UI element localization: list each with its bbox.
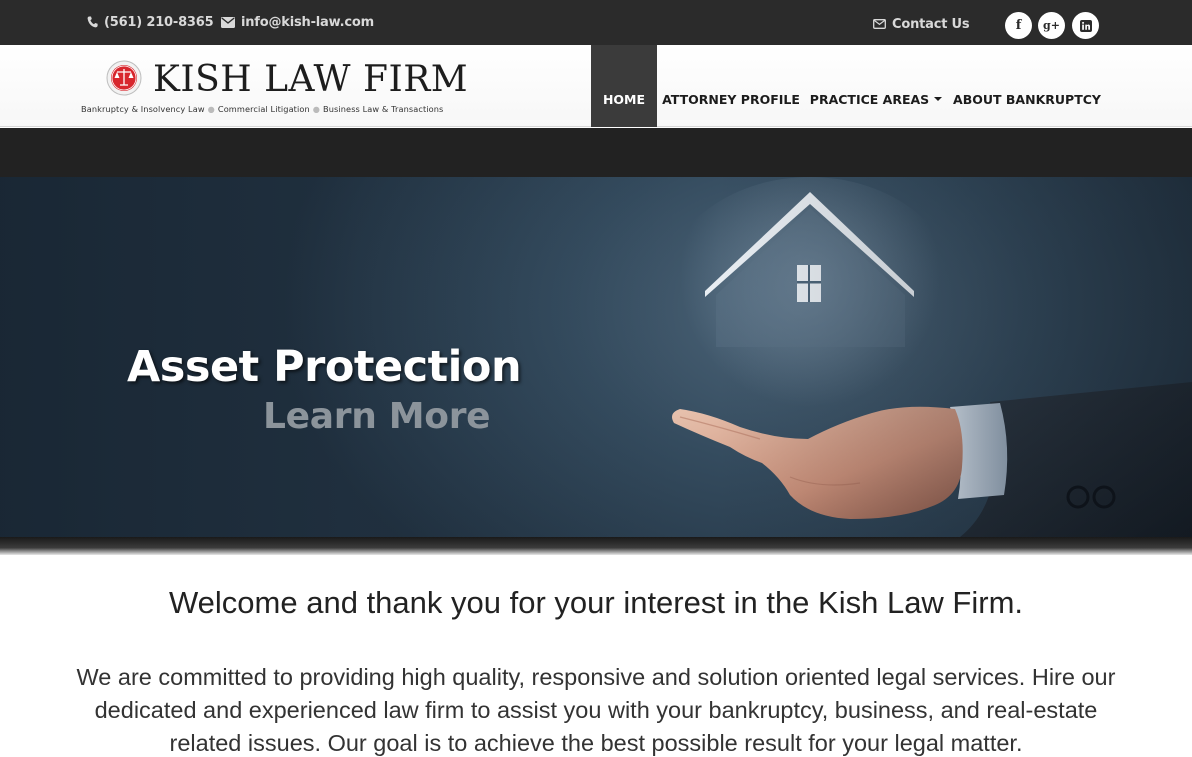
tagline-business: Business Law & Transactions xyxy=(323,104,444,114)
tagline-bankruptcy: Bankruptcy & Insolvency Law xyxy=(81,104,205,114)
header-band xyxy=(0,128,1192,177)
site-logo[interactable]: KISH LAW FIRM Bankruptcy & Insolvency La… xyxy=(80,56,480,120)
phone-link[interactable]: (561) 210-8365 xyxy=(87,13,214,31)
welcome-heading: Welcome and thank you for your interest … xyxy=(168,585,1024,620)
learn-more-link[interactable]: Learn More xyxy=(263,396,491,437)
linkedin-icon[interactable] xyxy=(1072,12,1099,39)
hero-shadow xyxy=(0,537,1192,555)
google-plus-glyph: g+ xyxy=(1043,19,1060,32)
email-address: info@kish-law.com xyxy=(241,14,374,30)
facebook-icon[interactable]: f xyxy=(1005,12,1032,39)
caret-down-icon xyxy=(934,97,943,101)
hero-title: Asset Protection xyxy=(127,342,522,392)
facebook-glyph: f xyxy=(1015,18,1022,33)
envelope-icon xyxy=(221,16,235,28)
tagline-litigation: Commercial Litigation xyxy=(217,104,310,114)
nav-practice-areas[interactable]: PRACTICE AREAS xyxy=(809,45,943,127)
phone-number: (561) 210-8365 xyxy=(104,14,214,30)
tagline-separator: ● xyxy=(312,104,321,114)
contact-us-link[interactable]: Contact Us xyxy=(873,15,970,33)
nav-home[interactable]: HOME xyxy=(591,45,657,127)
nav-about-bankruptcy[interactable]: ABOUT BANKRUPTCY xyxy=(953,45,1101,127)
email-link[interactable]: info@kish-law.com xyxy=(221,13,374,31)
contact-us-label: Contact Us xyxy=(892,16,970,32)
top-bar: (561) 210-8365 info@kish-law.com Contact… xyxy=(0,0,1192,45)
firm-name: KISH LAW FIRM xyxy=(153,59,469,100)
nav-attorney-profile[interactable]: ATTORNEY PROFILE xyxy=(662,45,800,127)
tagline-separator: ● xyxy=(207,104,215,114)
firm-tagline: Bankruptcy & Insolvency Law ● Commercial L… xyxy=(81,104,443,114)
nav-practice-areas-label: PRACTICE AREAS xyxy=(809,91,930,107)
scales-of-justice-icon xyxy=(106,60,142,96)
phone-icon xyxy=(87,16,98,28)
linkedin-glyph xyxy=(1079,19,1092,32)
google-plus-icon[interactable]: g+ xyxy=(1038,12,1065,39)
hero-slider[interactable]: Asset Protection Learn More xyxy=(0,177,1192,537)
intro-paragraph: We are committed to providing high quali… xyxy=(76,664,1116,756)
envelope-outline-icon xyxy=(873,19,886,29)
